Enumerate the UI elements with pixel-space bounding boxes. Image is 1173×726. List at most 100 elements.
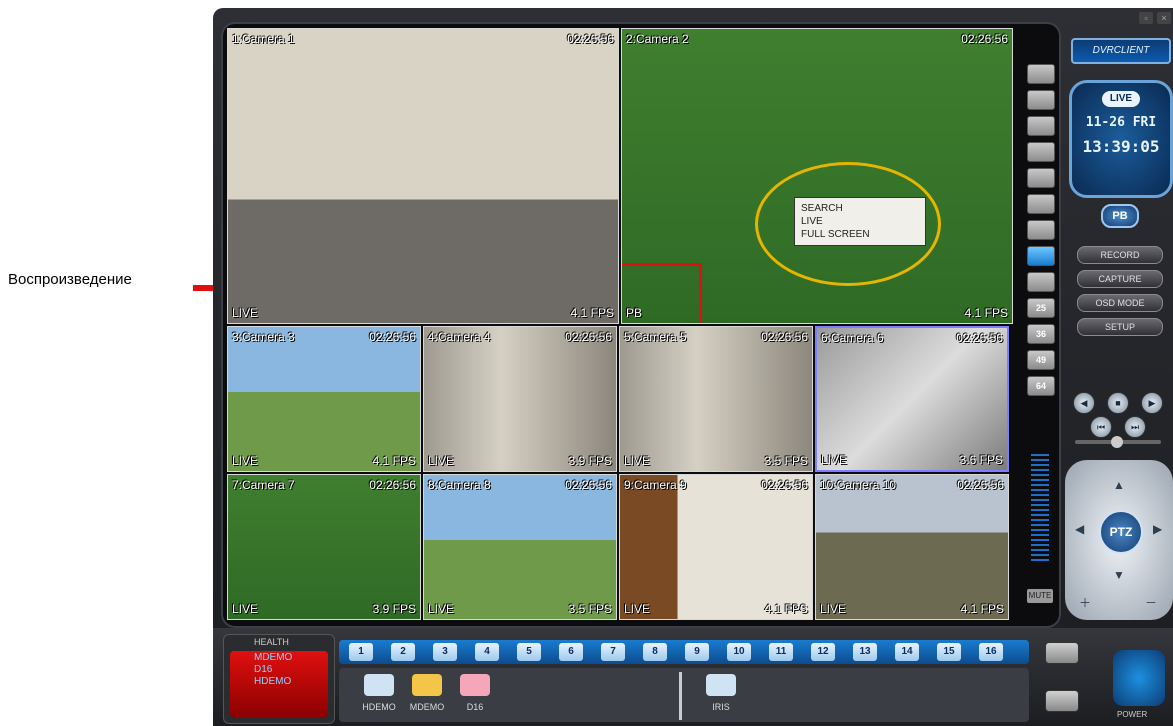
channel-button[interactable]: 10 [727,643,751,661]
channel-button[interactable]: 9 [685,643,709,661]
camera-time: 02:26:56 [761,330,808,344]
display-toggle-icon[interactable] [1045,690,1079,712]
play-icon[interactable]: ▶ [1141,392,1163,414]
layout-toggle-icon[interactable] [1045,642,1079,664]
camera-tile[interactable]: 9:Camera 9 02:26:56 LIVE 4.1 FPS [619,474,813,620]
clock-date: 11-26 FRI [1085,115,1157,130]
camera-mode: LIVE [624,602,651,616]
camera-tile[interactable]: 5:Camera 5 02:26:56 LIVE 3.5 FPS [619,326,813,472]
channel-button[interactable]: 15 [937,643,961,661]
ptz-up-icon[interactable]: ▲ [1113,478,1125,492]
device-item[interactable]: HDEMO [357,674,401,712]
osd-mode-button[interactable]: OSD MODE [1077,294,1163,312]
slider-knob[interactable] [1111,436,1123,448]
camera-tile[interactable]: 1:Camera 1 02:26:56 LIVE 4.1 FPS [227,28,619,324]
next-frame-icon[interactable]: ⏭ [1124,416,1146,438]
setup-button[interactable]: SETUP [1077,318,1163,336]
prev-frame-icon[interactable]: ⏮ [1090,416,1112,438]
zoom-in-icon[interactable]: ＋ [1079,594,1091,611]
camera-time: 02:26:56 [369,330,416,344]
bottom-bar: HEALTH MDEMO D16 HDEMO 1 2 3 4 5 6 7 8 9 10 11 12 13… [213,628,1173,726]
camera-tile[interactable]: 8:Camera 8 02:26:56 LIVE 3.5 FPS [423,474,617,620]
channel-button[interactable]: 2 [391,643,415,661]
camera-name: 3:Camera 3 [232,330,295,344]
channel-button[interactable]: 12 [811,643,835,661]
ptz-button[interactable]: PTZ [1099,510,1143,554]
camera-feed [620,327,812,471]
device-item[interactable]: MDEMO [405,674,449,712]
capture-button[interactable]: CAPTURE [1077,270,1163,288]
device-item[interactable]: IRIS [699,674,743,712]
camera-fps: 4.1 FPS [372,454,416,468]
camera-name: 7:Camera 7 [232,478,295,492]
camera-tile[interactable]: 4:Camera 4 02:26:56 LIVE 3.9 FPS [423,326,617,472]
layout-button[interactable]: 36 [1027,324,1055,344]
record-button[interactable]: RECORD [1077,246,1163,264]
camera-mode: LIVE [232,306,259,320]
camera-tile[interactable]: 3:Camera 3 02:26:56 LIVE 4.1 FPS [227,326,421,472]
channel-button[interactable]: 8 [643,643,667,661]
camera-tile[interactable]: 10:Camera 10 02:26:56 LIVE 4.1 FPS [815,474,1009,620]
power-button[interactable] [1113,650,1165,706]
health-status: MDEMO D16 HDEMO [230,651,328,717]
camera-time: 02:26:56 [567,32,614,46]
layout-button[interactable] [1027,272,1055,292]
camera-name: 5:Camera 5 [624,330,687,344]
device-label: HDEMO [362,702,396,712]
camera-time: 02:26:56 [565,330,612,344]
layout-button[interactable] [1027,142,1055,162]
camera-mode: LIVE [624,454,651,468]
ptz-right-icon[interactable]: ▶ [1153,522,1162,536]
mute-button[interactable]: MUTE [1027,589,1053,603]
channel-button[interactable]: 4 [475,643,499,661]
layout-button[interactable] [1027,64,1055,84]
layout-button[interactable] [1027,220,1055,240]
camera-time: 02:26:56 [761,478,808,492]
camera-feed [620,475,812,619]
camera-tile[interactable]: 2:Camera 2 02:26:56 PB 4.1 FPS SEARCH LIVE FUL… [621,28,1013,324]
channel-button[interactable]: 11 [769,643,793,661]
camera-feed [424,327,616,471]
audio-level-meter [1031,454,1049,564]
camera-fps: 3.9 FPS [568,454,612,468]
layout-button[interactable] [1027,90,1055,110]
zoom-out-icon[interactable]: － [1145,594,1157,611]
camera-mode: LIVE [820,602,847,616]
layout-button[interactable] [1027,116,1055,136]
channel-button[interactable]: 6 [559,643,583,661]
minimize-icon[interactable]: ▫ [1139,12,1153,24]
channel-button[interactable]: 16 [979,643,1003,661]
channel-button[interactable]: 5 [517,643,541,661]
context-menu-item[interactable]: LIVE [801,215,919,228]
device-item[interactable]: D16 [453,674,497,712]
playback-button[interactable]: PB [1101,204,1139,228]
channel-button[interactable]: 13 [853,643,877,661]
camera-tile[interactable]: 6:Camera 6 02:26:56 LIVE 3.6 FPS [815,326,1009,472]
divider [679,672,682,720]
playback-speed-slider[interactable] [1075,436,1161,448]
rewind-icon[interactable]: ◀ [1073,392,1095,414]
layout-button[interactable] [1027,246,1055,266]
stop-icon[interactable]: ■ [1107,392,1129,414]
ptz-down-icon[interactable]: ▼ [1113,568,1125,582]
highlight-box [622,263,702,323]
channel-button[interactable]: 14 [895,643,919,661]
context-menu-item[interactable]: SEARCH [801,202,919,215]
layout-button[interactable] [1027,168,1055,188]
camera-fps: 3.6 FPS [959,453,1003,467]
camera-grid: 1:Camera 1 02:26:56 LIVE 4.1 FPS 2:Camera 2 0… [227,28,1017,622]
channel-button[interactable]: 1 [349,643,373,661]
ptz-left-icon[interactable]: ◀ [1075,522,1084,536]
dvr-device-icon [364,674,394,696]
layout-button[interactable]: 49 [1027,350,1055,370]
close-icon[interactable]: × [1157,12,1171,24]
camera-time: 02:26:56 [957,478,1004,492]
context-menu-item[interactable]: FULL SCREEN [801,228,919,241]
channel-button[interactable]: 3 [433,643,457,661]
camera-fps: 3.5 FPS [568,602,612,616]
channel-button[interactable]: 7 [601,643,625,661]
layout-button[interactable]: 64 [1027,376,1055,396]
layout-button[interactable] [1027,194,1055,214]
layout-button[interactable]: 25 [1027,298,1055,318]
camera-tile[interactable]: 7:Camera 7 02:26:56 LIVE 3.9 FPS [227,474,421,620]
